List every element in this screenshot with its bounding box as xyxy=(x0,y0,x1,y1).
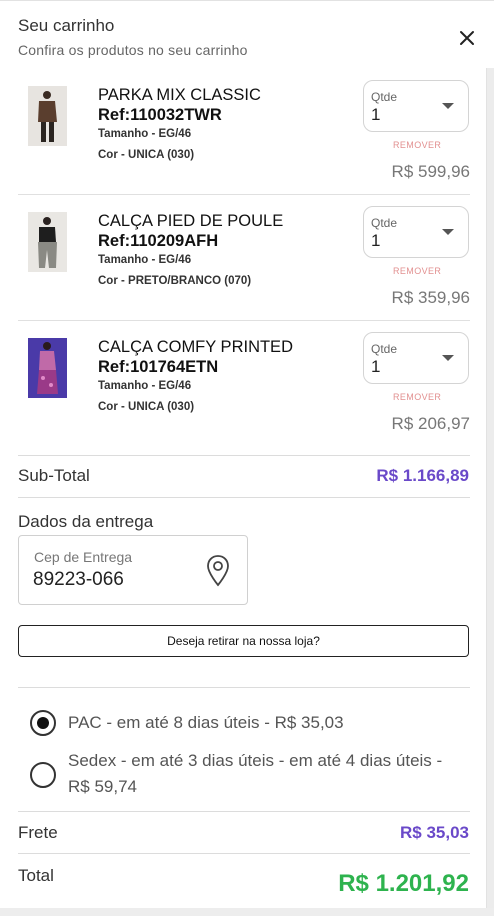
product-color: Cor - PRETO/BRANCO (070) xyxy=(98,275,252,287)
bottom-bar xyxy=(0,908,494,916)
shipping-option-price: R$ 59,74 xyxy=(68,777,137,796)
caret-down-icon xyxy=(442,103,454,109)
product-ref: Ref:101764ETN xyxy=(98,358,219,376)
shipping-radio-pac[interactable] xyxy=(30,710,56,736)
total-label: Total xyxy=(18,866,54,885)
quantity-label: Qtde xyxy=(371,90,398,104)
subtotal-label: Sub-Total xyxy=(18,466,90,485)
subtotal-value: R$ 1.166,89 xyxy=(376,466,469,485)
shipping-option-text: PAC - em até 8 dias úteis - R$ 35,03 xyxy=(68,713,344,732)
shipping-cost-value: R$ 35,03 xyxy=(400,823,469,842)
cep-label: Cep de Entrega xyxy=(34,549,133,565)
shipping-radio-sedex[interactable] xyxy=(30,762,56,788)
quantity-select[interactable]: Qtde 1 xyxy=(363,206,469,258)
product-name[interactable]: CALÇA COMFY PRINTED xyxy=(98,338,293,357)
product-size: Tamanho - EG/46 xyxy=(98,380,192,392)
product-name[interactable]: PARKA MIX CLASSIC xyxy=(98,86,261,105)
quantity-value: 1 xyxy=(371,105,381,124)
remove-button[interactable]: REMOVER xyxy=(393,392,441,402)
quantity-select[interactable]: Qtde 1 xyxy=(363,332,469,384)
top-border xyxy=(0,0,494,6)
quantity-label: Qtde xyxy=(371,216,398,230)
product-color: Cor - UNICA (030) xyxy=(98,149,195,161)
product-image[interactable] xyxy=(28,338,67,398)
caret-down-icon xyxy=(442,355,454,361)
product-image[interactable] xyxy=(28,86,67,146)
divider xyxy=(18,853,470,854)
quantity-value: 1 xyxy=(371,357,381,376)
product-name[interactable]: CALÇA PIED DE POULE xyxy=(98,212,283,231)
shipping-option-pac[interactable]: PAC - em até 8 dias úteis - R$ 35,03 xyxy=(68,710,344,736)
product-ref: Ref:110209AFH xyxy=(98,232,219,250)
shipping-cost-label: Frete xyxy=(18,823,58,842)
divider xyxy=(18,687,470,688)
divider xyxy=(18,320,470,321)
scrollbar[interactable] xyxy=(486,68,494,914)
cart-title: Seu carrinho xyxy=(18,16,115,35)
divider xyxy=(18,811,470,812)
shipping-option-sedex[interactable]: Sedex - em até 3 dias úteis - em até 4 d… xyxy=(68,748,442,800)
caret-down-icon xyxy=(442,229,454,235)
product-color: Cor - UNICA (030) xyxy=(98,401,195,413)
product-price: R$ 599,96 xyxy=(391,162,470,181)
cep-field[interactable]: Cep de Entrega xyxy=(18,535,248,605)
product-price: R$ 359,96 xyxy=(391,288,470,307)
divider xyxy=(18,455,470,456)
divider xyxy=(18,497,470,498)
store-pickup-button[interactable]: Deseja retirar na nossa loja? xyxy=(18,625,469,657)
quantity-value: 1 xyxy=(371,231,381,250)
cart-item: CALÇA COMFY PRINTED Ref:101764ETN Tamanh… xyxy=(18,332,470,464)
remove-button[interactable]: REMOVER xyxy=(393,266,441,276)
close-icon[interactable] xyxy=(456,27,478,49)
product-price: R$ 206,97 xyxy=(391,414,470,433)
product-image[interactable] xyxy=(28,212,67,272)
location-pin-icon[interactable] xyxy=(205,554,231,588)
product-size: Tamanho - EG/46 xyxy=(98,254,192,266)
quantity-select[interactable]: Qtde 1 xyxy=(363,80,469,132)
shipping-option-text: Sedex - em até 3 dias úteis - em até 4 d… xyxy=(68,751,443,770)
quantity-label: Qtde xyxy=(371,342,398,356)
product-size: Tamanho - EG/46 xyxy=(98,128,192,140)
divider xyxy=(18,194,470,195)
cep-input[interactable] xyxy=(33,568,193,592)
cart-subtitle: Confira os produtos no seu carrinho xyxy=(18,42,248,58)
product-ref: Ref:110032TWR xyxy=(98,106,222,124)
total-value: R$ 1.201,92 xyxy=(338,870,469,897)
delivery-heading: Dados da entrega xyxy=(18,512,154,531)
remove-button[interactable]: REMOVER xyxy=(393,140,441,150)
